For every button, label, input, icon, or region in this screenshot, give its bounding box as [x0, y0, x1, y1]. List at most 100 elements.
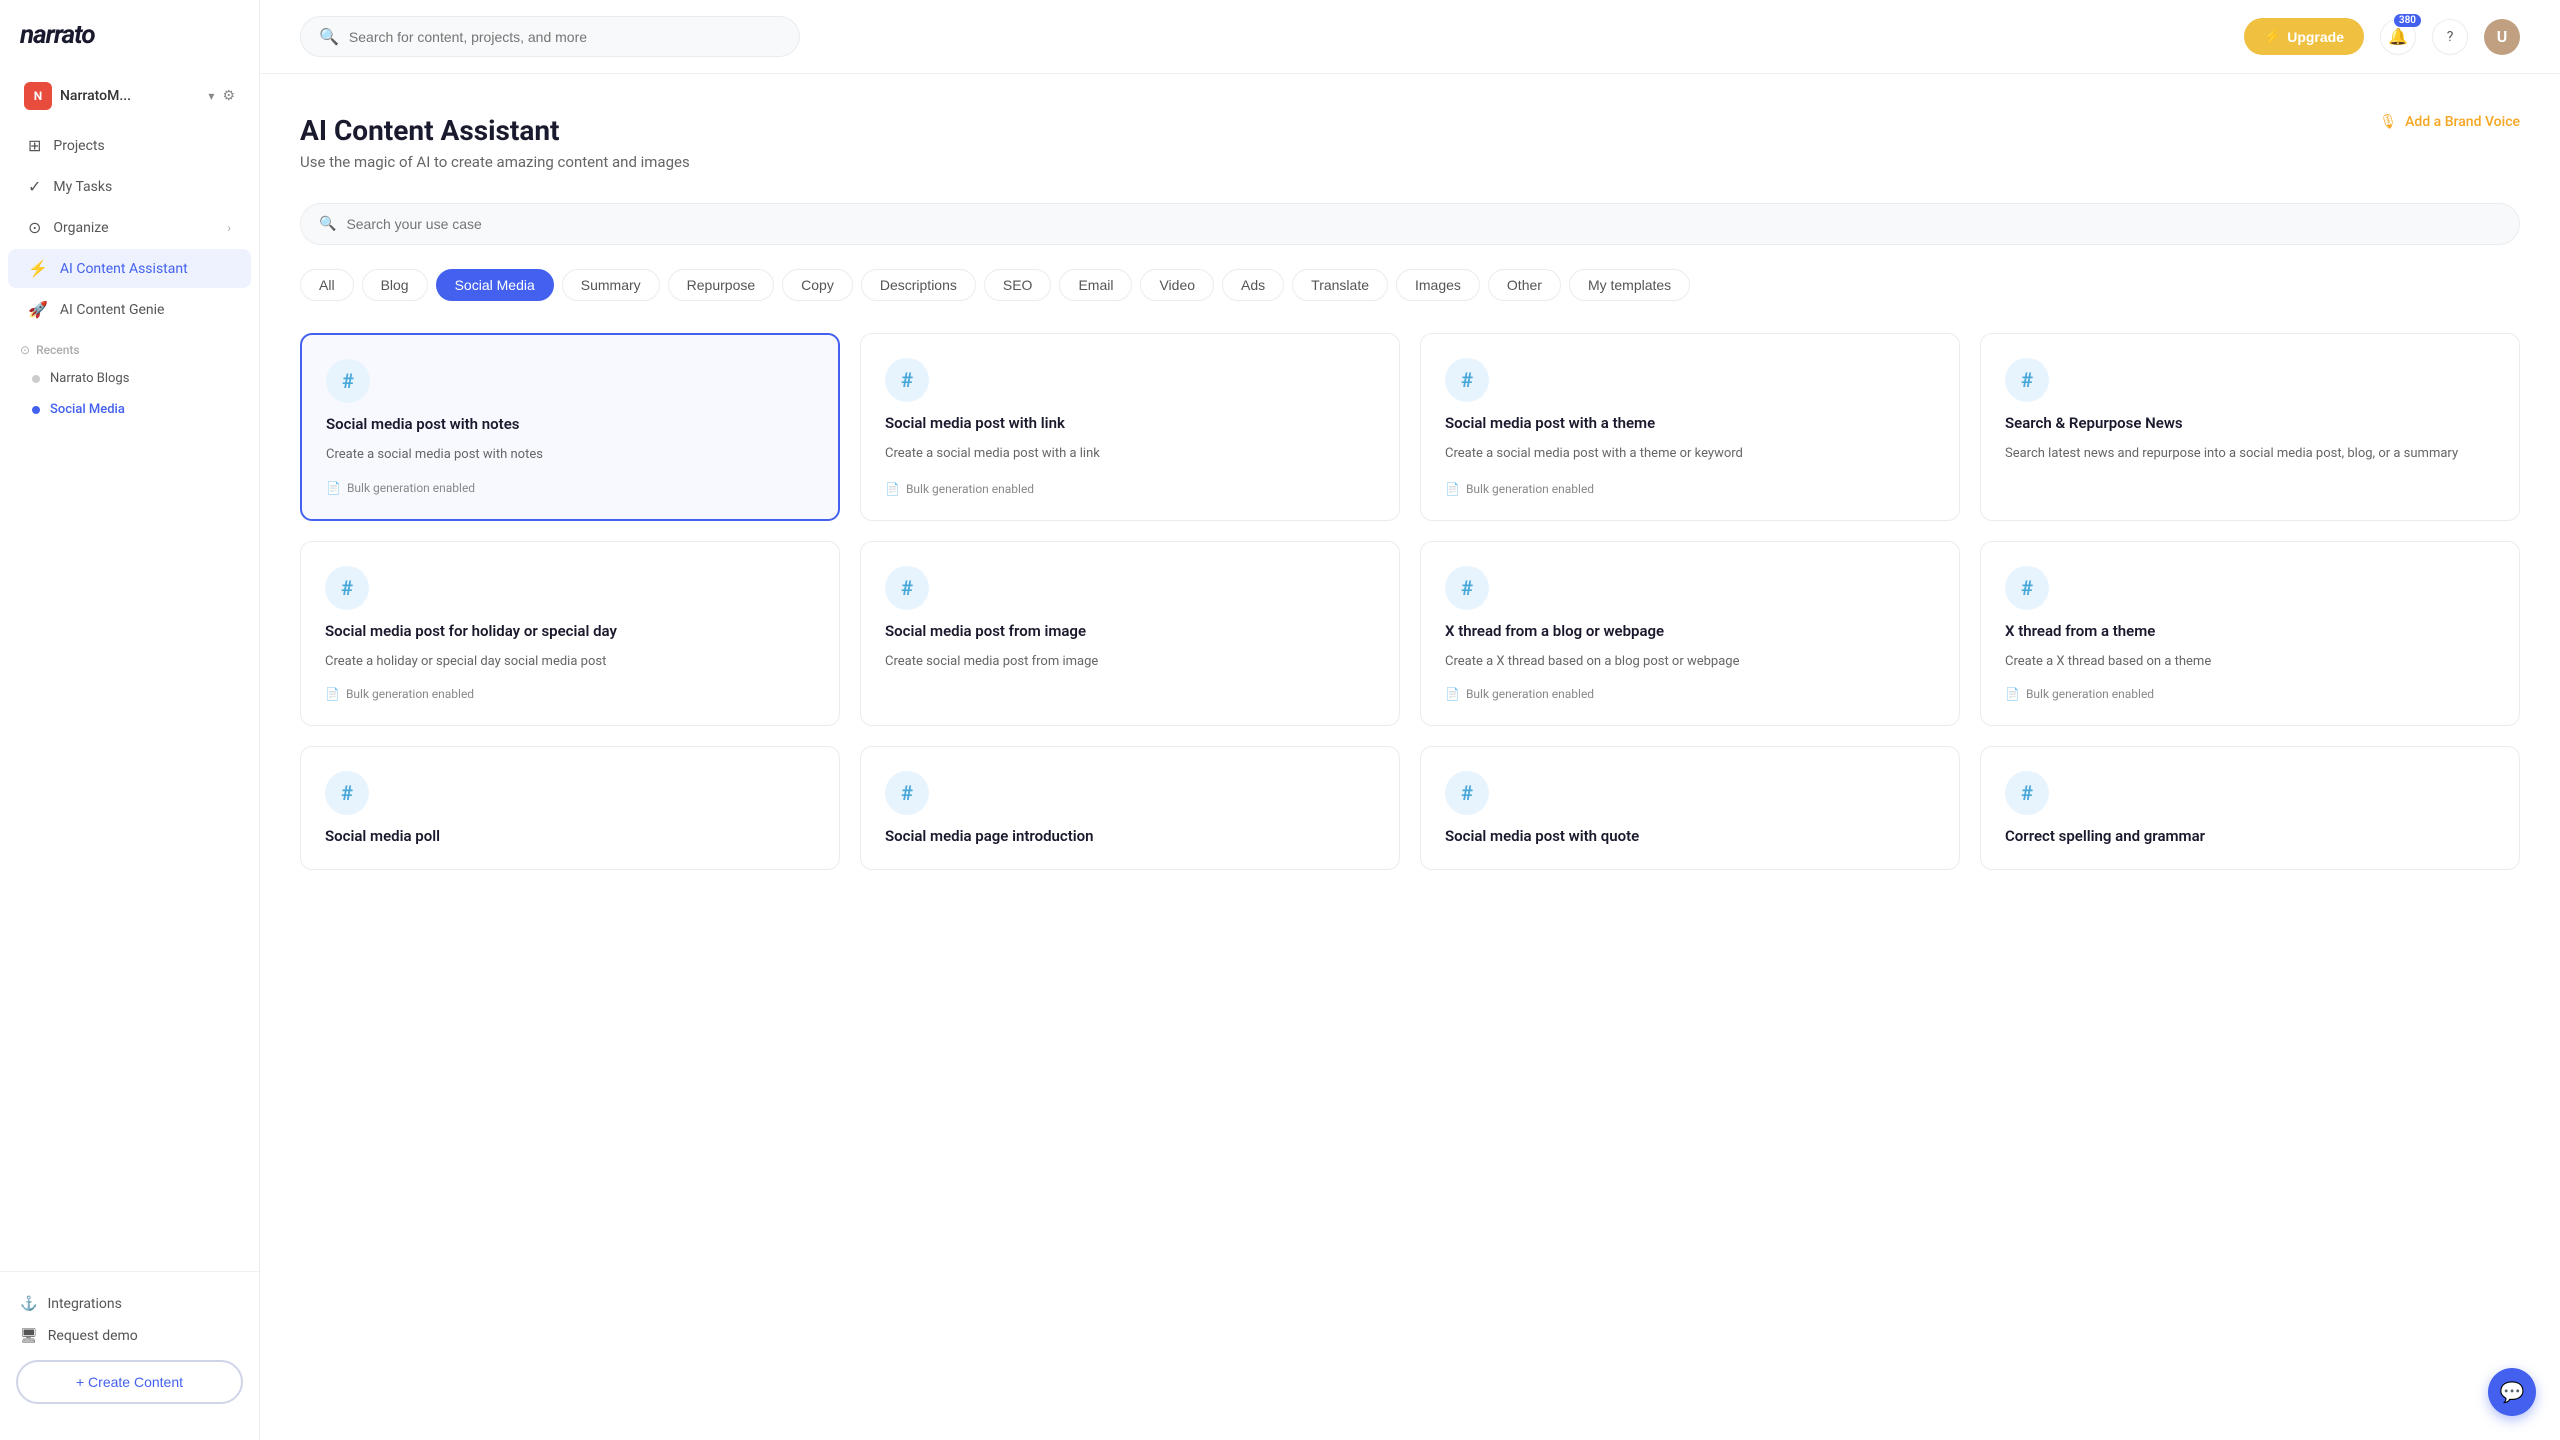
card-title: X thread from a blog or webpage — [1445, 622, 1935, 640]
sidebar-bottom-label: Integrations — [47, 1296, 121, 1312]
template-card-social-notes[interactable]: # Social media post with notes Create a … — [300, 333, 840, 521]
card-title: X thread from a theme — [2005, 622, 2495, 640]
card-description: Create a social media post with a theme … — [1445, 444, 1935, 466]
copy-icon: 📄 — [326, 481, 341, 495]
filter-tag-social-media[interactable]: Social Media — [436, 269, 554, 301]
projects-icon: ⊞ — [28, 136, 41, 155]
card-description: Create a holiday or special day social m… — [325, 652, 815, 672]
recent-item-narrato-blogs[interactable]: Narrato Blogs — [0, 363, 259, 394]
filter-tag-summary[interactable]: Summary — [562, 269, 660, 301]
search-input[interactable] — [349, 29, 781, 45]
filter-tag-email[interactable]: Email — [1059, 269, 1132, 301]
card-description: Search latest news and repurpose into a … — [2005, 444, 2495, 496]
card-title: Social media post from image — [885, 622, 1375, 640]
filter-tag-blog[interactable]: Blog — [362, 269, 428, 301]
create-content-button[interactable]: + Create Content — [16, 1360, 243, 1404]
filter-tag-other[interactable]: Other — [1488, 269, 1561, 301]
card-title: Social media post with link — [885, 414, 1375, 432]
organize-icon: ⊙ — [28, 218, 41, 237]
template-cards-grid: # Social media post with notes Create a … — [300, 333, 2520, 870]
hash-icon: # — [885, 771, 929, 815]
page-header: 🔍 ⚡ Upgrade 🔔 380 ? U — [260, 0, 2560, 74]
bulk-badge: 📄Bulk generation enabled — [325, 687, 815, 701]
template-card-social-page-intro[interactable]: # Social media page introduction — [860, 746, 1400, 870]
hash-icon: # — [2005, 566, 2049, 610]
recent-item-label: Social Media — [50, 402, 125, 417]
bulk-badge: 📄Bulk generation enabled — [2005, 687, 2495, 701]
chevron-down-icon: ▾ — [208, 89, 214, 103]
template-card-social-link[interactable]: # Social media post with link Create a s… — [860, 333, 1400, 521]
upgrade-button[interactable]: ⚡ Upgrade — [2244, 18, 2364, 55]
use-case-search[interactable]: 🔍 — [300, 203, 2520, 245]
filter-tag-my-templates[interactable]: My templates — [1569, 269, 1690, 301]
card-description: Create social media post from image — [885, 652, 1375, 702]
sidebar-item-organize[interactable]: ⊙ Organize › — [8, 208, 251, 247]
filter-tag-descriptions[interactable]: Descriptions — [861, 269, 976, 301]
content-header: AI Content Assistant Use the magic of AI… — [300, 114, 2520, 171]
sidebar-item-ai-content-genie[interactable]: 🚀 AI Content Genie — [8, 290, 251, 329]
chat-widget-button[interactable]: 💬 — [2488, 1368, 2536, 1416]
filter-tag-seo[interactable]: SEO — [984, 269, 1052, 301]
page-body: AI Content Assistant Use the magic of AI… — [260, 74, 2560, 910]
card-title: Search & Repurpose News — [2005, 414, 2495, 432]
card-description: Create a social media post with notes — [326, 445, 814, 465]
hash-icon: # — [1445, 566, 1489, 610]
template-card-social-quote[interactable]: # Social media post with quote — [1420, 746, 1960, 870]
notifications-button[interactable]: 🔔 380 — [2380, 19, 2416, 55]
template-card-social-image[interactable]: # Social media post from image Create so… — [860, 541, 1400, 727]
card-description: Create a social media post with a link — [885, 444, 1375, 466]
account-avatar: N — [24, 82, 52, 110]
template-card-social-holiday[interactable]: # Social media post for holiday or speci… — [300, 541, 840, 727]
help-button[interactable]: ? — [2432, 19, 2468, 55]
hash-icon: # — [2005, 771, 2049, 815]
filter-tag-images[interactable]: Images — [1396, 269, 1480, 301]
copy-icon: 📄 — [2005, 687, 2020, 701]
hash-icon: # — [2005, 358, 2049, 402]
account-name: NarratoM... — [60, 88, 200, 104]
sidebar-bottom-request-demo[interactable]: 🖥 Request demo — [8, 1320, 251, 1352]
notification-badge: 380 — [2394, 14, 2421, 27]
card-title: Social media post with quote — [1445, 827, 1935, 845]
filter-tag-repurpose[interactable]: Repurpose — [668, 269, 775, 301]
card-title: Social media post for holiday or special… — [325, 622, 815, 640]
template-card-x-thread-theme[interactable]: # X thread from a theme Create a X threa… — [1980, 541, 2520, 727]
sidebar-item-label: AI Content Assistant — [60, 261, 188, 277]
logo: narrato — [0, 20, 259, 74]
add-brand-voice-button[interactable]: 🎙 Add a Brand Voice — [2379, 114, 2520, 130]
copy-icon: 📄 — [325, 687, 340, 701]
sidebar-item-projects[interactable]: ⊞ Projects — [8, 126, 251, 165]
filter-tag-all[interactable]: All — [300, 269, 354, 301]
sidebar-item-ai-content-assistant[interactable]: ⚡ AI Content Assistant — [8, 249, 251, 288]
copy-icon: 📄 — [1445, 482, 1460, 496]
sidebar-bottom-integrations[interactable]: ⚓ Integrations — [8, 1288, 251, 1320]
chevron-right-icon: › — [227, 221, 231, 235]
template-card-search-repurpose[interactable]: # Search & Repurpose News Search latest … — [1980, 333, 2520, 521]
filter-tag-translate[interactable]: Translate — [1292, 269, 1388, 301]
template-card-correct-spelling[interactable]: # Correct spelling and grammar — [1980, 746, 2520, 870]
card-description: Create a X thread based on a theme — [2005, 652, 2495, 672]
ai-content-genie-icon: 🚀 — [28, 300, 48, 319]
filter-tag-video[interactable]: Video — [1140, 269, 1214, 301]
account-switcher[interactable]: N NarratoM... ▾ ⚙ — [8, 74, 251, 118]
sidebar-item-my-tasks[interactable]: ✓ My Tasks — [8, 167, 251, 206]
filter-tag-copy[interactable]: Copy — [782, 269, 853, 301]
microphone-icon: 🎙 — [2379, 114, 2397, 130]
template-card-x-thread-blog[interactable]: # X thread from a blog or webpage Create… — [1420, 541, 1960, 727]
copy-icon: 📄 — [885, 482, 900, 496]
bulk-badge: 📄Bulk generation enabled — [885, 482, 1375, 496]
copy-icon: 📄 — [1445, 687, 1460, 701]
recent-item-social-media[interactable]: Social Media — [0, 394, 259, 425]
recents-section-label: ⊙ Recents — [0, 331, 259, 363]
filter-input[interactable] — [346, 216, 2501, 232]
global-search[interactable]: 🔍 — [300, 16, 800, 57]
template-card-social-theme[interactable]: # Social media post with a theme Create … — [1420, 333, 1960, 521]
gear-icon[interactable]: ⚙ — [222, 88, 235, 104]
user-avatar[interactable]: U — [2484, 19, 2520, 55]
hash-icon: # — [325, 566, 369, 610]
filter-tag-ads[interactable]: Ads — [1222, 269, 1284, 301]
bell-icon: 🔔 — [2388, 27, 2408, 46]
template-card-social-poll[interactable]: # Social media poll — [300, 746, 840, 870]
card-description: Create a X thread based on a blog post o… — [1445, 652, 1935, 672]
hash-icon: # — [325, 771, 369, 815]
filter-search-icon: 🔍 — [319, 216, 336, 232]
